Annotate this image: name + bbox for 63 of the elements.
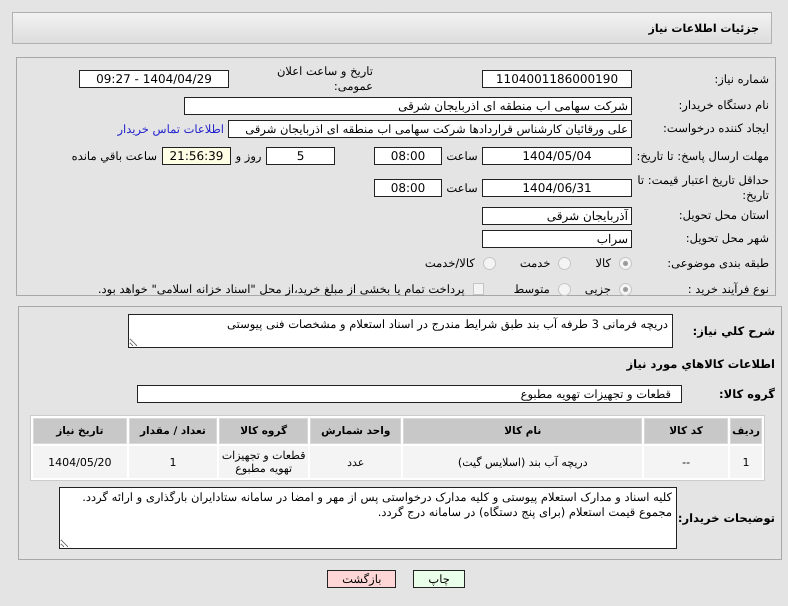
field-label: توضیحات خریدار: bbox=[677, 510, 776, 526]
option-label: خدمت bbox=[520, 256, 550, 270]
field-label: ایجاد کننده درخواست: bbox=[662, 121, 770, 136]
radio-button[interactable] bbox=[558, 256, 572, 270]
table-cell: 1 bbox=[128, 446, 218, 478]
creator-field[interactable]: علی ورقائیان کارشناس قراردادها شرکت سهامی اب منطقه ای اذربایجان شرقی bbox=[228, 120, 632, 138]
need-number-field[interactable]: 1104001186000190 bbox=[482, 70, 632, 88]
column-header: تاریخ نیاز bbox=[33, 418, 127, 444]
field-label: شماره نیاز: bbox=[713, 72, 770, 86]
deadline-time-field[interactable]: 08:00 bbox=[374, 147, 442, 165]
section-title: اطلاعات کالاهاي مورد نیاز bbox=[626, 357, 776, 371]
description-field[interactable]: دریچه فرمانی 3 طرفه آب بند طبق شرایط مندرج در اسناد استعلام و مشخصات فنی پیوستی bbox=[128, 314, 673, 348]
column-header: نام کالا bbox=[403, 418, 642, 444]
remaining-label: ساعت باقي مانده bbox=[72, 149, 157, 163]
remaining-time-field: 21:56:39 bbox=[162, 147, 231, 165]
field-label: شهر محل تحویل: bbox=[684, 231, 770, 246]
table-cell: دریچه آب بند (اسلایس گیت) bbox=[403, 446, 642, 478]
buyer-contact-link[interactable]: اطلاعات تماس خریدار bbox=[117, 122, 224, 136]
radio-button[interactable] bbox=[619, 282, 632, 296]
field-label: نام دستگاه خریدار: bbox=[677, 98, 770, 113]
option-label: جزیی bbox=[584, 282, 611, 296]
goods-group-field[interactable]: قطعات و تجهیزات تهویه مطبوع bbox=[137, 385, 682, 403]
print-button[interactable]: چاپ bbox=[413, 570, 465, 588]
field-label: طبقه بندی موضوعی: bbox=[666, 256, 770, 270]
field-label: شرح کلي نیاز: bbox=[692, 324, 776, 338]
days-field: 5 bbox=[266, 147, 335, 165]
column-header: کد کالا bbox=[644, 418, 728, 444]
city-field[interactable]: سراب bbox=[482, 230, 632, 248]
field-label: گروه کالا: bbox=[718, 386, 776, 402]
buyer-field[interactable]: شرکت سهامی اب منطقه ای اذربایجان شرقی bbox=[184, 96, 632, 114]
treasury-note: پرداخت تمام یا بخشی از مبلغ خرید،از محل "اسناد خزانه اسلامی" خواهد بود. bbox=[98, 282, 465, 296]
back-button[interactable]: بازگشت bbox=[327, 570, 396, 588]
option-label: کالا/خدمت bbox=[424, 256, 475, 270]
checkbox[interactable] bbox=[472, 283, 484, 295]
announce-date-field[interactable]: 1404/04/29 - 09:27 bbox=[79, 70, 229, 88]
radio-button[interactable] bbox=[558, 282, 571, 296]
buyer-notes-field[interactable]: کلیه اسناد و مدارک استعلام پیوستی و کلیه مدارک درخواستی پس از مهر و امضا در سامانه ستادایران بارگذاری و ارائه گردد. مجموع قیمت استعلام (برای پنج دستگاه) در سامانه درج گردد. bbox=[59, 487, 677, 549]
field-label: تاریخ و ساعت اعلان عمومی: bbox=[276, 64, 374, 94]
page-title: جزئیات اطلاعات نیاز bbox=[648, 22, 759, 34]
column-header: تعداد / مقدار bbox=[128, 418, 218, 444]
time-label: ساعت bbox=[445, 149, 479, 163]
radio-button[interactable] bbox=[619, 256, 632, 270]
radio-button[interactable] bbox=[482, 256, 496, 270]
validity-time-field[interactable]: 08:00 bbox=[374, 179, 442, 197]
field-label: نوع فرآیند خرید : bbox=[686, 282, 770, 296]
days-label: روز و bbox=[234, 149, 262, 163]
field-label: استان محل تحویل: bbox=[678, 208, 770, 223]
table-cell: عدد bbox=[310, 446, 402, 478]
field-label: مهلت ارسال پاسخ: تا تاریخ: bbox=[635, 148, 770, 164]
province-field[interactable]: آذربایجان شرقی bbox=[482, 206, 632, 224]
deadline-date-field[interactable]: 1404/05/04 bbox=[482, 147, 632, 165]
column-header: واحد شمارش bbox=[310, 418, 402, 444]
time-label: ساعت bbox=[445, 181, 479, 195]
validity-date-field[interactable]: 1404/06/31 bbox=[482, 179, 632, 197]
option-label: متوسط bbox=[514, 282, 550, 296]
column-header: ردیف bbox=[730, 418, 762, 444]
option-label: کالا bbox=[595, 256, 611, 270]
table-cell: 1404/05/20 bbox=[33, 446, 127, 478]
table-cell: 1 bbox=[730, 446, 762, 478]
field-label: حداقل تاریخ اعتبار قیمت: تا تاریخ: bbox=[636, 173, 770, 203]
column-header: گروه کالا bbox=[219, 418, 308, 444]
table-cell: قطعات و تجهیزات تهویه مطبوع bbox=[219, 446, 308, 478]
table-cell: -- bbox=[644, 446, 728, 478]
